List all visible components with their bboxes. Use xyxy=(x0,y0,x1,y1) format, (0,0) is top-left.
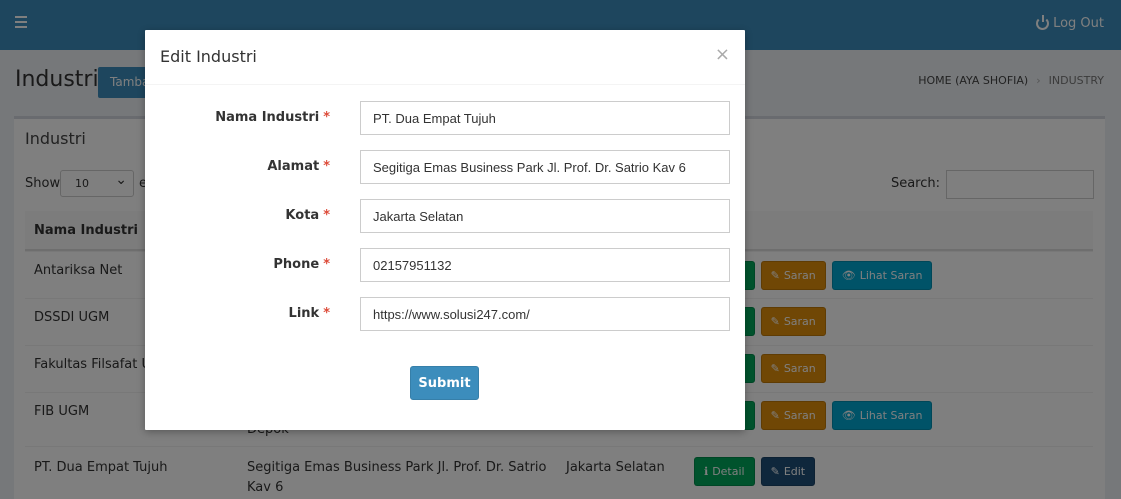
link-input[interactable] xyxy=(360,297,730,331)
form-group-link: Link * xyxy=(145,297,745,331)
required-mark: * xyxy=(323,110,330,125)
required-mark: * xyxy=(323,208,330,223)
kota-input[interactable] xyxy=(360,199,730,233)
alamat-label: Alamat * xyxy=(267,159,330,174)
modal-header: Edit Industri × xyxy=(145,30,745,85)
required-mark: * xyxy=(323,306,330,321)
required-mark: * xyxy=(323,159,330,174)
phone-label: Phone * xyxy=(273,257,330,272)
edit-industri-modal: Edit Industri × Nama Industri* Alamat* K… xyxy=(145,30,745,430)
link-label: Link * xyxy=(289,306,330,321)
nama-industri-input[interactable] xyxy=(360,101,730,135)
form-group-kota: Kota * xyxy=(145,199,745,233)
nama-label-text: Nama Industri xyxy=(215,110,320,125)
kota-label: Kota * xyxy=(285,208,330,223)
form-group-phone: Phone * xyxy=(145,248,745,282)
alamat-label-text: Alamat xyxy=(267,159,320,174)
kota-label-text: Kota xyxy=(285,208,320,223)
link-label-text: Link xyxy=(288,306,320,321)
form-group-nama: Nama Industri * xyxy=(145,101,745,135)
submit-button[interactable]: Submit xyxy=(410,366,479,400)
phone-label-text: Phone xyxy=(273,257,320,272)
alamat-input[interactable] xyxy=(360,150,730,184)
close-icon[interactable]: × xyxy=(715,44,730,65)
modal-title: Edit Industri xyxy=(160,47,257,66)
form-group-alamat: Alamat * xyxy=(145,150,745,184)
nama-label: Nama Industri * xyxy=(215,110,330,125)
phone-input[interactable] xyxy=(360,248,730,282)
required-mark: * xyxy=(323,257,330,272)
